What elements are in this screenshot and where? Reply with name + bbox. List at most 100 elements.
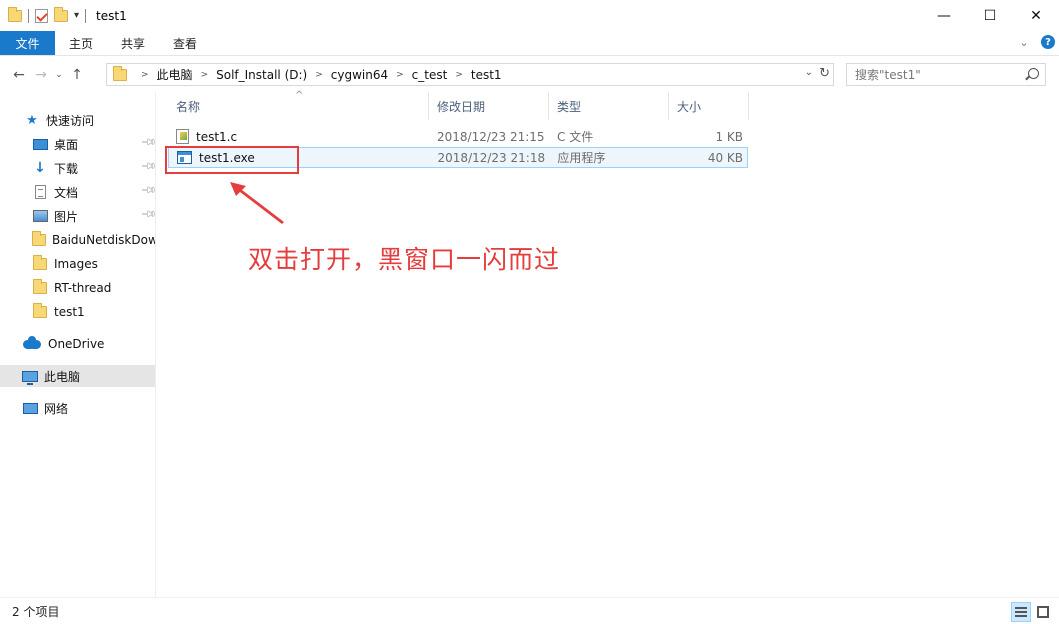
status-bar: 2 个项目: [0, 597, 1059, 624]
nav-label: 桌面: [54, 137, 79, 152]
column-headers: 名称 ^ 修改日期 类型 大小: [168, 90, 750, 120]
pin-icon[interactable]: 📌︎: [140, 206, 155, 223]
column-header-date[interactable]: 修改日期: [429, 92, 549, 120]
nav-onedrive[interactable]: OneDrive: [0, 333, 155, 355]
folder-icon: [8, 6, 22, 22]
chevron-right-icon[interactable]: >: [388, 70, 412, 80]
minimize-button[interactable]: —: [921, 0, 967, 31]
breadcrumb-drive[interactable]: Solf_Install (D:): [216, 68, 307, 82]
toolbar-divider: [28, 8, 29, 23]
item-count: 2 个项目: [12, 604, 60, 619]
search-box[interactable]: 搜索"test1": [846, 63, 1046, 86]
nav-label: RT-thread: [54, 281, 112, 295]
view-switcher: [1011, 602, 1053, 622]
ribbon-right: ⌄ ?: [1017, 35, 1055, 49]
help-icon[interactable]: ?: [1041, 35, 1055, 49]
column-header-size[interactable]: 大小: [669, 92, 749, 120]
tab-view[interactable]: 查看: [159, 31, 211, 55]
column-header-name[interactable]: 名称 ^: [168, 90, 429, 120]
back-button[interactable]: ←: [8, 64, 30, 86]
ribbon-tabs: 文件 主页 共享 查看 ⌄ ?: [0, 31, 1059, 56]
nav-item-images[interactable]: Images: [0, 253, 155, 275]
folder-icon: [32, 279, 48, 295]
forward-button[interactable]: →: [30, 64, 52, 86]
details-view-button[interactable]: [1011, 602, 1031, 622]
breadcrumb-this-pc[interactable]: 此电脑: [157, 66, 193, 83]
close-button[interactable]: ✕: [1013, 0, 1059, 31]
refresh-icon[interactable]: ↻: [819, 66, 830, 81]
column-header-type[interactable]: 类型: [549, 92, 669, 120]
navigation-pane: ★ 快速访问 桌面 📌︎ ↓ 下载 📌︎ 文档 📌︎ 图片 📌︎ BaiduNe…: [0, 92, 156, 597]
nav-item-documents[interactable]: 文档 📌︎: [0, 181, 155, 203]
document-icon: [32, 185, 48, 199]
nav-item-rt-thread[interactable]: RT-thread: [0, 277, 155, 299]
large-icons-view-button[interactable]: [1033, 602, 1053, 622]
column-label: 类型: [557, 99, 582, 114]
file-date: 2018/12/23 21:15: [437, 129, 545, 144]
chevron-right-icon[interactable]: >: [307, 70, 331, 80]
toolbar-divider: [85, 8, 87, 23]
title-bar: ▾ test1 — ☐ ✕: [0, 0, 1059, 31]
window-title: test1: [96, 8, 127, 23]
folder-icon: [32, 255, 48, 271]
pin-icon[interactable]: 📌︎: [140, 134, 155, 151]
search-placeholder: 搜索"test1": [855, 68, 921, 82]
nav-item-baidunetdisk[interactable]: BaiduNetdiskDow: [0, 229, 156, 251]
properties-icon[interactable]: [35, 8, 48, 23]
recent-locations-button[interactable]: ⌄: [52, 64, 66, 86]
download-icon: ↓: [34, 160, 46, 176]
breadcrumb-c-test[interactable]: c_test: [412, 68, 448, 82]
nav-this-pc[interactable]: 此电脑: [0, 365, 155, 387]
nav-label: test1: [54, 305, 85, 319]
nav-item-test1[interactable]: test1: [0, 301, 155, 323]
details-view-icon: [1015, 607, 1027, 617]
computer-icon: [22, 369, 38, 385]
navigation-bar: ← → ⌄ ↑ > 此电脑 > Solf_Install (D:) > cygw…: [0, 57, 1059, 92]
nav-network[interactable]: 网络: [0, 397, 155, 419]
tab-file[interactable]: 文件: [0, 31, 55, 55]
folder-icon: [32, 303, 48, 319]
nav-label: 图片: [54, 209, 79, 224]
pin-icon[interactable]: 📌︎: [140, 158, 155, 175]
file-type: 应用程序: [557, 151, 606, 165]
sort-ascending-icon: ^: [295, 90, 304, 101]
customize-toolbar-icon[interactable]: ▾: [74, 10, 79, 21]
nav-label: 此电脑: [44, 369, 81, 384]
expand-ribbon-icon[interactable]: ⌄: [1017, 35, 1031, 49]
c-source-file-icon: [176, 129, 189, 144]
chevron-down-icon[interactable]: ⌄: [805, 67, 813, 78]
file-name-cell: test1.c: [168, 126, 429, 147]
new-folder-icon[interactable]: [54, 6, 68, 22]
network-icon: [22, 401, 38, 415]
chevron-right-icon[interactable]: >: [447, 70, 471, 80]
chevron-right-icon[interactable]: >: [193, 70, 217, 80]
nav-label: 快速访问: [46, 113, 95, 128]
breadcrumb-test1[interactable]: test1: [471, 68, 502, 82]
search-icon[interactable]: [1028, 68, 1039, 79]
tab-home[interactable]: 主页: [55, 31, 107, 55]
file-name: test1.c: [196, 129, 238, 144]
folder-icon: [32, 231, 46, 247]
annotation-highlight-box: [165, 146, 299, 174]
nav-item-desktop[interactable]: 桌面 📌︎: [0, 133, 155, 155]
tab-share[interactable]: 共享: [107, 31, 159, 55]
maximize-button[interactable]: ☐: [967, 0, 1013, 31]
nav-quick-access[interactable]: ★ 快速访问: [0, 109, 155, 131]
breadcrumb-cygwin64[interactable]: cygwin64: [331, 68, 388, 82]
file-size: 1 KB: [715, 129, 743, 144]
large-icons-view-icon: [1037, 606, 1049, 618]
address-bar[interactable]: > 此电脑 > Solf_Install (D:) > cygwin64 > c…: [106, 63, 834, 86]
chevron-right-icon[interactable]: >: [133, 70, 157, 80]
nav-item-pictures[interactable]: 图片 📌︎: [0, 205, 155, 227]
up-button[interactable]: ↑: [66, 64, 88, 86]
file-type: C 文件: [557, 130, 594, 144]
column-label: 大小: [677, 99, 702, 114]
file-row-test1-c[interactable]: test1.c 2018/12/23 21:15 C 文件 1 KB: [168, 126, 748, 147]
nav-label: BaiduNetdiskDow: [52, 233, 156, 247]
pin-icon[interactable]: 📌︎: [140, 182, 155, 199]
nav-label: Images: [54, 257, 98, 271]
folder-icon: [113, 65, 127, 81]
nav-item-downloads[interactable]: ↓ 下载 📌︎: [0, 157, 155, 179]
column-label: 名称: [176, 99, 201, 114]
picture-icon: [32, 209, 48, 223]
